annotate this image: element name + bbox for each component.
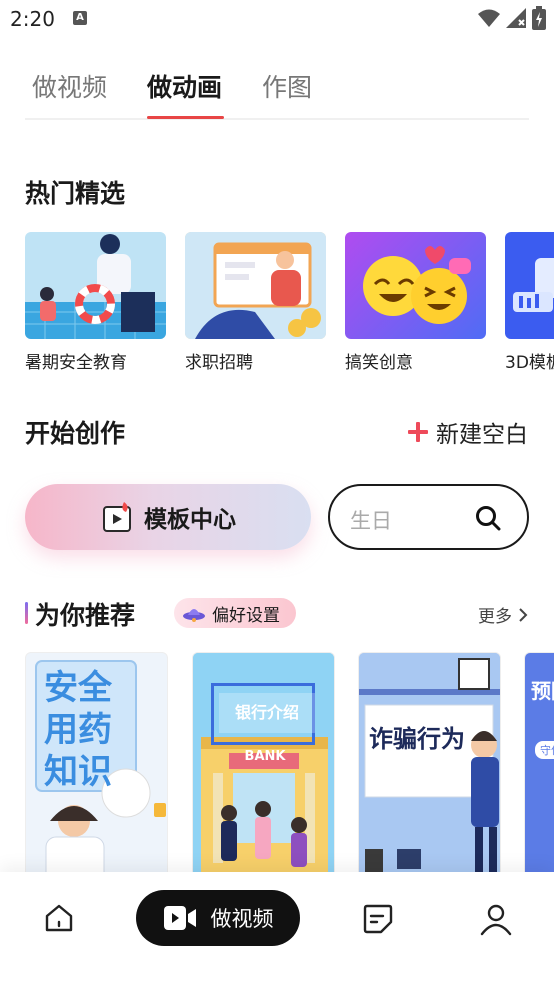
hot-card[interactable]: 暑期安全教育 xyxy=(25,232,166,372)
preference-settings-label: 偏好设置 xyxy=(212,605,280,626)
template-center-label: 模板中心 xyxy=(144,507,236,533)
funny-emoji-thumb xyxy=(345,232,486,339)
rec-card-sign: BANK xyxy=(244,749,286,764)
rec-card-line: 安全 xyxy=(44,668,112,708)
hot-card[interactable]: 搞笑创意 xyxy=(345,232,486,372)
rec-card-line: 预防 xyxy=(531,679,554,703)
rec-card-tag: 守住 xyxy=(535,741,554,759)
notification-app-icon: A xyxy=(73,11,87,25)
recommend-card[interactable]: 安全 用药 知识 xyxy=(25,652,168,874)
hot-card-label: 求职招聘 xyxy=(185,353,253,372)
hot-carousel[interactable]: 暑期安全教育 求职招聘 搞笑创意 3D模 xyxy=(25,232,554,372)
hot-card[interactable]: 3D模板 xyxy=(505,232,554,372)
section-accent-bar xyxy=(25,602,28,624)
active-tab-indicator xyxy=(147,116,224,119)
3d-template-thumb xyxy=(505,232,554,339)
new-blank-button[interactable]: 新建空白 xyxy=(408,415,528,449)
bottom-nav: 做视频 xyxy=(0,872,554,984)
summer-safety-thumb xyxy=(25,232,166,339)
nav-center-label: 做视频 xyxy=(210,907,274,931)
more-label: 更多 xyxy=(478,607,512,627)
profile-icon[interactable] xyxy=(479,902,513,936)
search-icon[interactable] xyxy=(475,505,501,531)
hot-card[interactable]: 求职招聘 xyxy=(185,232,326,372)
status-bar: 2:20 A xyxy=(0,0,554,38)
tab-make-video[interactable]: 做视频 xyxy=(32,68,107,104)
rec-card-line: 用药 xyxy=(44,710,112,750)
more-link[interactable]: 更多 xyxy=(478,602,528,627)
rec-card-line: 知识 xyxy=(44,752,112,792)
recommend-card[interactable]: 预防 守住 xyxy=(524,652,554,874)
template-search-box[interactable]: 生日 xyxy=(328,484,529,550)
new-blank-label: 新建空白 xyxy=(436,422,528,448)
recommend-carousel[interactable]: 安全 用药 知识 银行介绍 BANK 诈骗行为 预 守 xyxy=(25,652,554,874)
status-icons xyxy=(478,6,546,30)
rec-card-banner: 诈骗行为 xyxy=(369,725,465,753)
job-recruit-thumb xyxy=(185,232,326,339)
template-clapper-icon xyxy=(103,502,131,532)
top-tabs: 做视频 做动画 作图 xyxy=(0,58,554,122)
preference-settings-button[interactable]: 偏好设置 xyxy=(174,598,296,628)
nav-make-video-button[interactable]: 做视频 xyxy=(136,890,300,946)
hot-card-label: 3D模板 xyxy=(505,353,554,372)
hot-card-label: 暑期安全教育 xyxy=(25,353,127,372)
signal-icon xyxy=(506,8,526,28)
notes-icon[interactable] xyxy=(361,902,395,936)
tab-make-image[interactable]: 作图 xyxy=(262,68,312,104)
tabs-divider xyxy=(25,118,529,120)
tab-make-animation[interactable]: 做动画 xyxy=(147,68,222,104)
wifi-icon xyxy=(478,9,500,27)
rec-card-banner: 银行介绍 xyxy=(219,693,315,733)
chevron-right-icon xyxy=(519,607,528,622)
battery-icon xyxy=(532,6,546,30)
recommend-card[interactable]: 诈骗行为 xyxy=(358,652,501,874)
search-placeholder: 生日 xyxy=(350,509,392,533)
plus-icon xyxy=(408,422,428,442)
hot-card-label: 搞笑创意 xyxy=(345,353,413,372)
template-center-button[interactable]: 模板中心 xyxy=(25,484,311,550)
recommend-card[interactable]: 银行介绍 BANK xyxy=(192,652,335,874)
create-section-title: 开始创作 xyxy=(25,419,126,448)
ufo-icon xyxy=(183,609,205,622)
home-icon[interactable] xyxy=(43,902,75,934)
hot-section-title: 热门精选 xyxy=(25,179,126,208)
status-time: 2:20 xyxy=(10,7,55,31)
video-camera-icon xyxy=(163,906,196,930)
recommend-section-title: 为你推荐 xyxy=(35,601,136,630)
